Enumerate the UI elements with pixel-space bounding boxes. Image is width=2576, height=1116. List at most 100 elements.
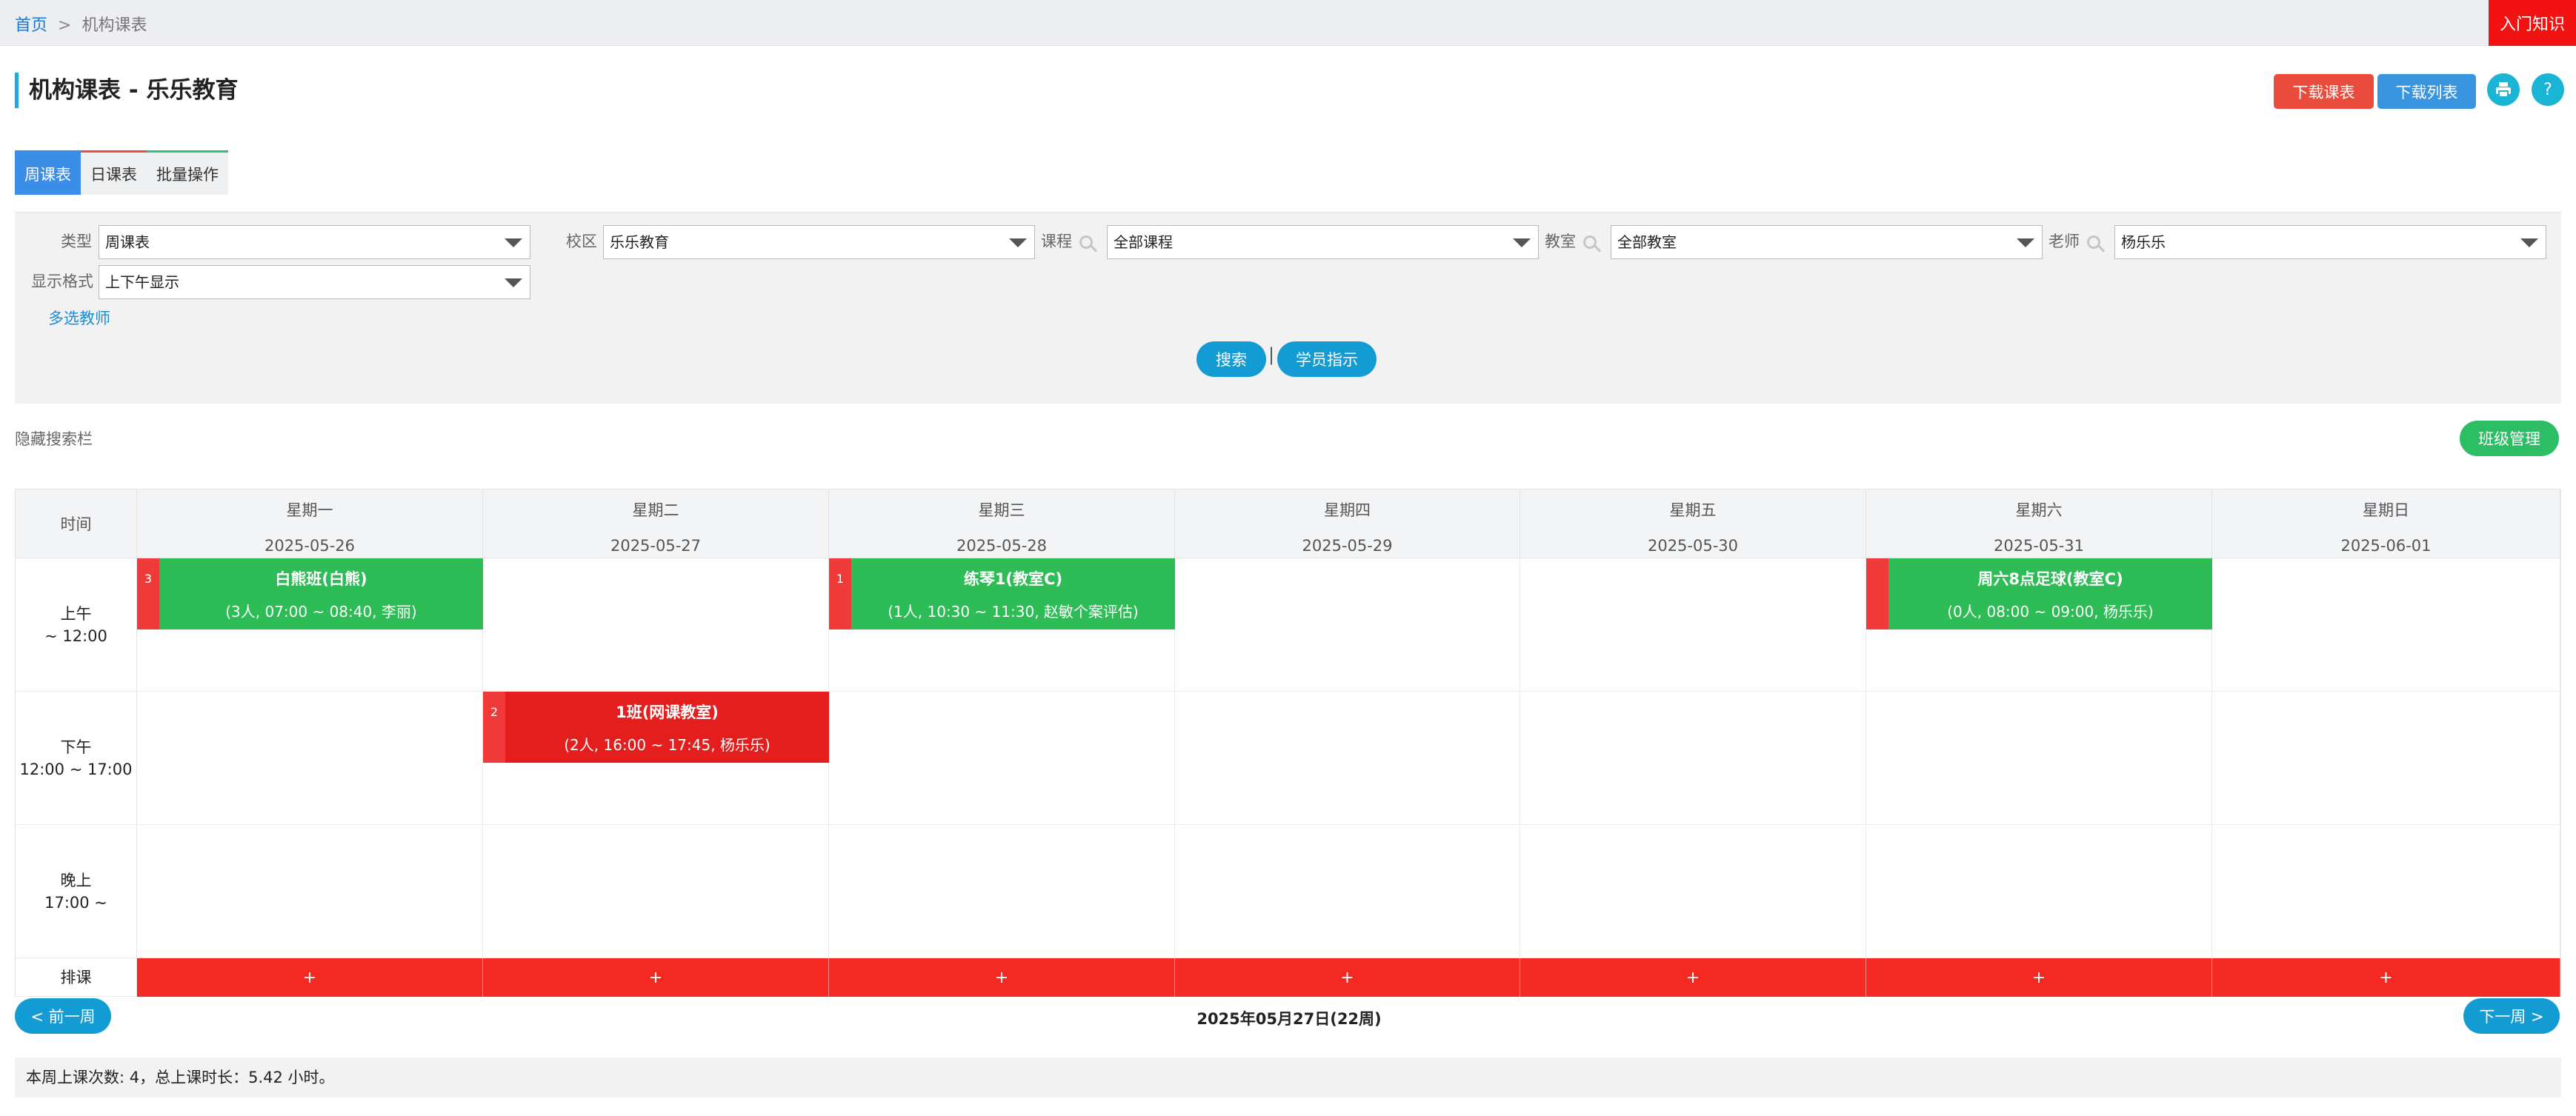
- day-date: 2025-05-26: [264, 537, 356, 555]
- schedule-cell[interactable]: [1520, 558, 1866, 692]
- chevron-down-icon: [1513, 238, 1531, 247]
- button-separator: |: [1268, 344, 1275, 365]
- add-lesson-button[interactable]: +: [1520, 958, 1866, 997]
- lesson-block[interactable]: 3 白熊班(白熊) (3人, 07:00 ~ 08:40, 李丽): [137, 558, 483, 629]
- breadcrumb: 首页 > 机构课表: [15, 12, 147, 36]
- day-name: 星期六: [2015, 501, 2063, 519]
- schedule-cell[interactable]: [137, 692, 483, 825]
- lesson-title: 白熊班(白熊): [275, 570, 367, 588]
- lesson-count-badge: 1: [829, 558, 851, 629]
- classroom-select[interactable]: 全部教室: [1611, 225, 2043, 259]
- lesson-title: 练琴1(教室C): [963, 570, 1063, 588]
- print-icon: [2496, 82, 2511, 98]
- add-lesson-button[interactable]: +: [137, 958, 483, 997]
- day-date: 2025-05-27: [610, 537, 702, 555]
- period-range: 12:00 ~ 17:00: [19, 760, 133, 778]
- next-week-button[interactable]: 下一周 >: [2463, 998, 2560, 1034]
- schedule-cell[interactable]: [1866, 692, 2212, 825]
- schedule-cell[interactable]: [1866, 825, 2212, 958]
- day-header: 星期五 2025-05-30: [1520, 489, 1866, 558]
- day-name: 星期日: [2363, 501, 2409, 519]
- day-header: 星期四 2025-05-29: [1175, 489, 1520, 558]
- teacher-select[interactable]: 杨乐乐: [2114, 225, 2546, 259]
- top-bar: 首页 > 机构课表 入门知识: [0, 0, 2576, 46]
- schedule-cell[interactable]: [1520, 692, 1866, 825]
- tab-batch-operation[interactable]: 批量操作: [147, 150, 228, 195]
- add-lesson-button[interactable]: +: [483, 958, 829, 997]
- day-date: 2025-05-28: [956, 537, 1048, 555]
- tab-day-schedule[interactable]: 日课表: [81, 150, 147, 195]
- course-select[interactable]: 全部课程: [1107, 225, 1539, 259]
- type-select[interactable]: 周课表: [99, 225, 530, 259]
- chevron-down-icon: [2017, 238, 2034, 247]
- tab-week-schedule[interactable]: 周课表: [15, 150, 81, 195]
- view-tabs: 周课表 日课表 批量操作: [15, 150, 228, 195]
- add-lesson-button[interactable]: +: [1175, 958, 1520, 997]
- day-name: 星期五: [1669, 501, 1717, 519]
- chevron-down-icon: [505, 278, 522, 287]
- day-date: 2025-05-31: [1993, 537, 2085, 555]
- schedule-cell[interactable]: [829, 692, 1175, 825]
- download-schedule-button[interactable]: 下载课表: [2274, 74, 2374, 109]
- add-lesson-button[interactable]: +: [2212, 958, 2560, 997]
- hide-search-toggle[interactable]: 隐藏搜索栏: [15, 427, 93, 450]
- add-lesson-button[interactable]: +: [829, 958, 1175, 997]
- day-name: 星期二: [632, 501, 679, 519]
- search-icon[interactable]: [1079, 235, 1093, 249]
- search-icon[interactable]: [2087, 235, 2100, 249]
- add-lesson-button[interactable]: +: [1866, 958, 2212, 997]
- schedule-cell[interactable]: [1175, 558, 1520, 692]
- breadcrumb-home-link[interactable]: 首页: [15, 16, 47, 35]
- schedule-cell[interactable]: [137, 825, 483, 958]
- day-header: 星期一 2025-05-26: [137, 489, 483, 558]
- schedule-cell[interactable]: [829, 825, 1175, 958]
- day-header: 星期日 2025-06-01: [2212, 489, 2560, 558]
- schedule-grid: 时间 星期一 2025-05-26 星期二 2025-05-27 星期三 2025-05-…: [15, 489, 2561, 997]
- lesson-detail: (1人, 10:30 ~ 11:30, 赵敏个案评估): [888, 603, 1139, 621]
- student-instruction-button[interactable]: 学员指示: [1277, 341, 1377, 377]
- period-cell: 上午 ~ 12:00: [16, 558, 137, 692]
- period-name: 上午: [60, 604, 92, 623]
- classroom-label-text: 教室: [1545, 233, 1576, 250]
- schedule-cell[interactable]: [1175, 692, 1520, 825]
- schedule-cell[interactable]: [1175, 825, 1520, 958]
- day-name: 星期三: [978, 501, 1025, 519]
- type-label: 类型: [61, 233, 92, 250]
- course-label: 课程: [1041, 230, 1111, 252]
- lesson-block[interactable]: 2 1班(网课教室) (2人, 16:00 ~ 17:45, 杨乐乐): [483, 692, 829, 763]
- schedule-cell[interactable]: [2212, 825, 2560, 958]
- schedule-cell[interactable]: [483, 825, 829, 958]
- schedule-cell[interactable]: [483, 558, 829, 692]
- schedule-cell[interactable]: [1520, 825, 1866, 958]
- period-range: 17:00 ~: [44, 893, 107, 912]
- display-format-select[interactable]: 上下午显示: [99, 265, 530, 299]
- lesson-detail: (0人, 08:00 ~ 09:00, 杨乐乐): [1947, 603, 2154, 621]
- lesson-count-badge: 2: [483, 692, 505, 763]
- search-icon[interactable]: [1583, 235, 1597, 249]
- intro-knowledge-button[interactable]: 入门知识: [2489, 0, 2576, 46]
- display-format-label: 显示格式: [31, 273, 93, 290]
- multi-teacher-link[interactable]: 多选教师: [48, 307, 110, 329]
- schedule-cell[interactable]: [2212, 692, 2560, 825]
- schedule-cell[interactable]: [2212, 558, 2560, 692]
- search-button[interactable]: 搜索: [1197, 341, 1266, 377]
- day-date: 2025-05-29: [1302, 537, 1393, 555]
- help-button[interactable]: ?: [2532, 73, 2564, 106]
- lesson-block[interactable]: 周六8点足球(教室C) (0人, 08:00 ~ 09:00, 杨乐乐): [1866, 558, 2212, 629]
- day-header: 星期二 2025-05-27: [483, 489, 829, 558]
- lesson-title: 周六8点足球(教室C): [1977, 570, 2123, 588]
- day-name: 星期一: [286, 501, 333, 519]
- breadcrumb-current: 机构课表: [81, 16, 147, 35]
- week-summary: 本周上课次数: 4，总上课时长：5.42 小时。: [15, 1057, 2561, 1097]
- time-header: 时间: [16, 489, 137, 558]
- download-list-button[interactable]: 下载列表: [2377, 74, 2476, 109]
- lesson-block[interactable]: 1 练琴1(教室C) (1人, 10:30 ~ 11:30, 赵敏个案评估): [829, 558, 1175, 629]
- course-label-text: 课程: [1041, 233, 1072, 250]
- class-management-button[interactable]: 班级管理: [2460, 421, 2559, 456]
- teacher-label: 老师: [2049, 230, 2119, 252]
- campus-select[interactable]: 乐乐教育: [603, 225, 1035, 259]
- print-button[interactable]: [2487, 73, 2520, 106]
- day-date: 2025-05-30: [1647, 537, 1739, 555]
- day-name: 星期四: [1324, 501, 1371, 519]
- previous-week-button[interactable]: < 前一周: [15, 998, 111, 1034]
